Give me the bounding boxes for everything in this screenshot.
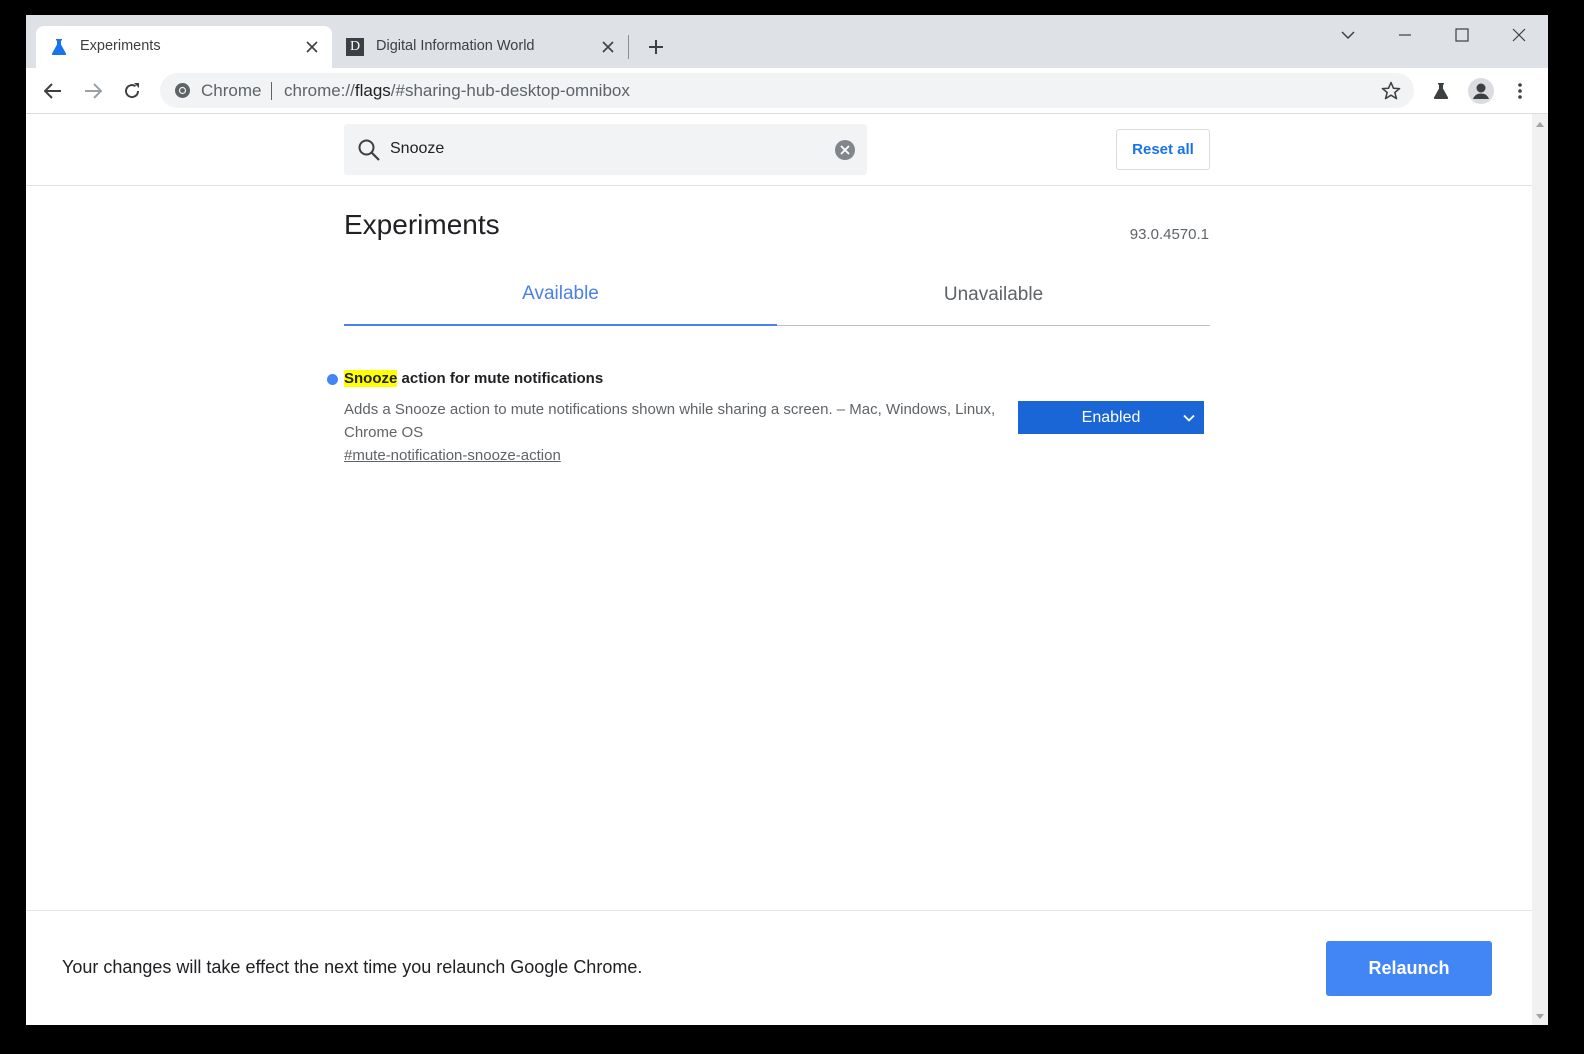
experiment-state-value: Enabled [1081, 408, 1141, 426]
tab-title: Experiments [80, 38, 161, 54]
chrome-logo-icon [174, 82, 191, 99]
labs-flask-icon[interactable] [1427, 77, 1455, 105]
address-bar[interactable]: Chrome chrome://flags/#sharing-hub-deskt… [160, 73, 1414, 108]
url-scheme: chrome:// [284, 81, 355, 100]
relaunch-message: Your changes will take effect the next t… [62, 957, 643, 977]
minimize-icon[interactable] [1391, 23, 1419, 47]
reset-all-button[interactable]: Reset all [1116, 129, 1210, 170]
omnibox-chip-label: Chrome [201, 81, 262, 100]
back-arrow-icon[interactable] [39, 77, 67, 105]
close-icon[interactable] [302, 37, 322, 57]
search-box[interactable] [344, 124, 867, 175]
url-host: flags [354, 81, 391, 100]
search-header: Reset all [26, 114, 1532, 186]
reload-icon[interactable] [118, 77, 146, 105]
close-icon[interactable] [598, 37, 618, 57]
tab-search-chevron-icon[interactable] [1334, 23, 1362, 47]
tab-strip: Experiments D Digital Information World [26, 15, 1548, 68]
search-input[interactable] [390, 134, 820, 164]
browser-toolbar: Chrome chrome://flags/#sharing-hub-deskt… [26, 68, 1548, 114]
scroll-down-arrow-icon[interactable] [1536, 1014, 1544, 1019]
url-text[interactable]: chrome://flags/#sharing-hub-desktop-omni… [284, 81, 630, 101]
tab-experiments[interactable]: Experiments [36, 26, 332, 68]
new-tab-plus-icon[interactable] [644, 35, 668, 59]
tab-available[interactable]: Available [344, 264, 777, 326]
page-scrollbar[interactable] [1532, 114, 1548, 1025]
more-menu-icon[interactable] [1506, 77, 1534, 105]
browser-window: Experiments D Digital Information World [26, 15, 1548, 1025]
scroll-up-arrow-icon[interactable] [1536, 122, 1544, 127]
bookmark-star-icon[interactable] [1380, 80, 1402, 102]
experiment-permalink[interactable]: #mute-notification-snooze-action [344, 447, 561, 464]
url-path: /#sharing-hub-desktop-omnibox [390, 81, 630, 100]
tab-separator [628, 35, 629, 59]
experiment-name-rest: action for mute notifications [397, 370, 604, 387]
tab-title: Digital Information World [376, 38, 535, 54]
close-window-icon[interactable] [1505, 23, 1533, 47]
tab-digital-information-world[interactable]: D Digital Information World [332, 26, 628, 68]
experiment-state-select[interactable]: Enabled [1018, 401, 1204, 434]
relaunch-footer: Your changes will take effect the next t… [26, 910, 1532, 1025]
relaunch-button[interactable]: Relaunch [1326, 941, 1492, 996]
forward-arrow-icon[interactable] [79, 77, 107, 105]
clear-search-icon[interactable] [834, 139, 856, 161]
experiment-name: Snooze action for mute notifications [344, 370, 603, 387]
tab-unavailable[interactable]: Unavailable [777, 264, 1210, 326]
experiment-description: Adds a Snooze action to mute notificatio… [344, 401, 996, 441]
flags-tabs: Available Unavailable [344, 264, 1210, 326]
maximize-icon[interactable] [1448, 23, 1476, 47]
profile-avatar-icon[interactable] [1467, 77, 1495, 105]
omnibox-divider [271, 82, 272, 100]
search-highlight: Snooze [344, 370, 398, 387]
modified-indicator-dot [327, 374, 338, 385]
site-favicon-icon: D [346, 38, 364, 56]
chevron-down-icon [1182, 411, 1196, 425]
flags-page: Reset all Experiments 93.0.4570.1 Availa… [26, 114, 1532, 1025]
page-title: Experiments [344, 209, 500, 240]
flask-icon [50, 38, 68, 56]
search-icon [357, 138, 381, 162]
version-label: 93.0.4570.1 [1129, 226, 1209, 243]
